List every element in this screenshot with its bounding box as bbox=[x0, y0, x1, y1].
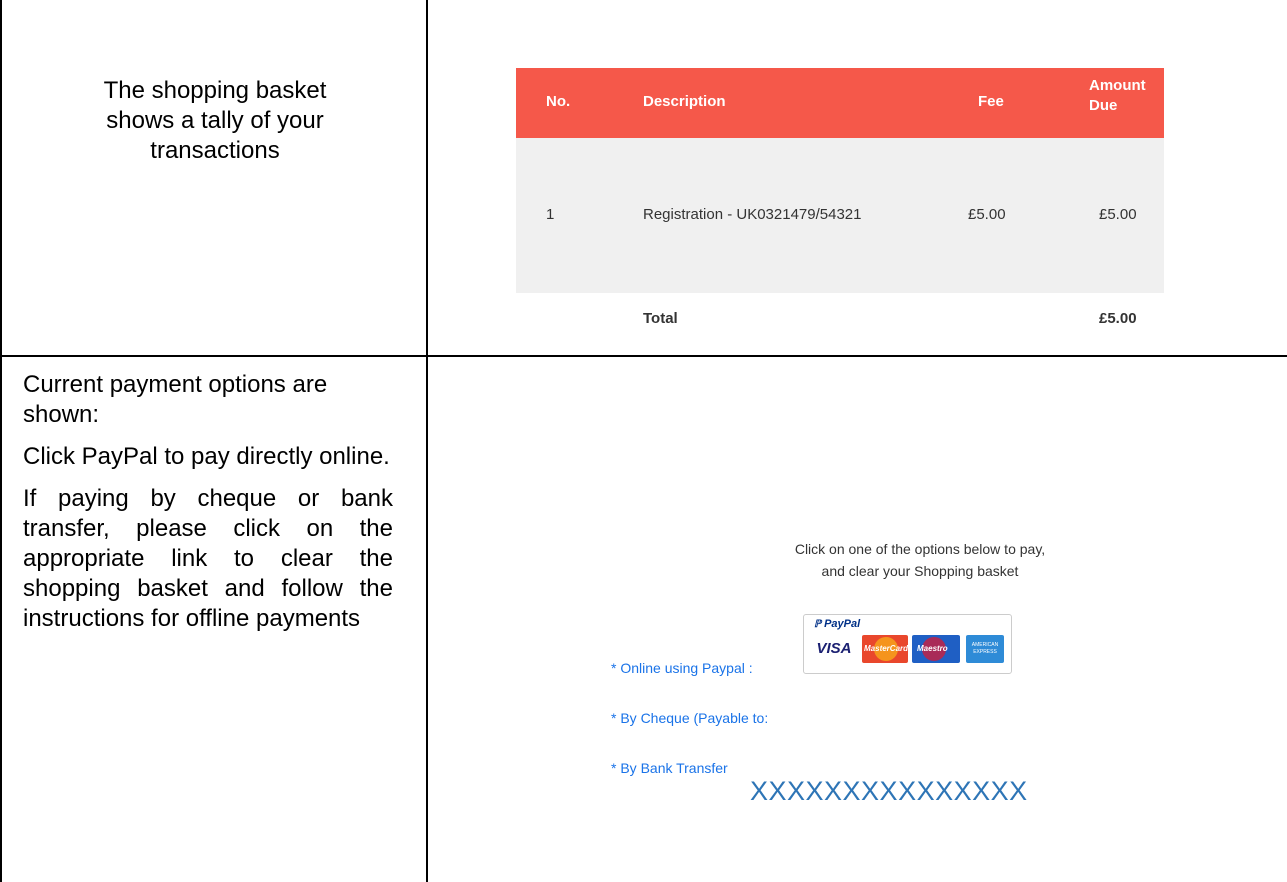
table-left-border bbox=[0, 0, 2, 882]
header-fee: Fee bbox=[978, 93, 1004, 110]
offline-instruction-paragraph: If paying by cheque or bank transfer, pl… bbox=[23, 485, 393, 632]
total-row: Total £5.00 bbox=[516, 293, 1164, 343]
row-amount-due: £5.00 bbox=[1099, 206, 1137, 223]
amex-card-icon: AMERICAN EXPRESS bbox=[966, 635, 1004, 663]
paypal-button[interactable]: ℙ PayPal VISA MasterCard Maestro AMERICA… bbox=[803, 614, 1012, 674]
pay-by-bank-transfer-link[interactable]: * By Bank Transfer bbox=[611, 760, 728, 776]
header-amount-due-line: Due bbox=[1089, 97, 1118, 114]
payment-options-paragraph: Current payment options are shown: bbox=[23, 371, 328, 428]
row-no: 1 bbox=[546, 206, 555, 223]
intro-line: shows a tally of your bbox=[106, 107, 324, 134]
total-label: Total bbox=[643, 310, 678, 327]
payment-intro: Click on one of the options below to pay… bbox=[700, 538, 1140, 582]
paypal-instruction-paragraph: Click PayPal to pay directly online. bbox=[23, 443, 390, 470]
mastercard-label: MasterCard bbox=[864, 644, 908, 653]
shopping-basket-table: No. Description Fee Amount Due 1 Registr… bbox=[516, 68, 1164, 343]
intro-line: The shopping basket bbox=[103, 77, 327, 104]
header-amount-due-line: Amount bbox=[1089, 77, 1146, 94]
row-description: Registration - UK0321479/54321 bbox=[643, 206, 862, 223]
basket-explanation: The shopping basket shows a tally of you… bbox=[40, 76, 390, 166]
mastercard-icon: MasterCard bbox=[862, 635, 908, 663]
payment-intro-line: Click on one of the options below to pay… bbox=[794, 541, 1046, 557]
row-fee: £5.00 bbox=[968, 206, 1006, 223]
maestro-label: Maestro bbox=[917, 644, 948, 653]
header-amount-due: Amount Due bbox=[1089, 76, 1146, 116]
basket-header-row: No. Description Fee Amount Due bbox=[516, 68, 1164, 138]
payment-intro-line: and clear your Shopping basket bbox=[821, 563, 1019, 579]
table-column-divider bbox=[426, 0, 428, 882]
header-description: Description bbox=[643, 93, 726, 110]
online-paypal-link[interactable]: * Online using Paypal : bbox=[611, 660, 753, 676]
intro-line: transactions bbox=[150, 137, 280, 164]
payee-placeholder: XXXXXXXXXXXXXXX bbox=[750, 776, 1028, 806]
visa-card-icon: VISA bbox=[810, 635, 858, 663]
table-row-divider bbox=[0, 355, 1287, 357]
payment-explanation: Current payment options are shown: Click… bbox=[23, 370, 393, 646]
table-row: 1 Registration - UK0321479/54321 £5.00 £… bbox=[516, 138, 1164, 293]
paypal-brand-text: PayPal bbox=[824, 618, 861, 630]
paypal-logo: ℙ PayPal bbox=[814, 618, 860, 630]
pay-by-cheque-link[interactable]: * By Cheque (Payable to: bbox=[611, 710, 768, 726]
maestro-card-icon: Maestro bbox=[912, 635, 960, 663]
total-value: £5.00 bbox=[1099, 310, 1137, 327]
header-no: No. bbox=[546, 93, 571, 110]
paypal-icon: ℙ bbox=[814, 619, 822, 630]
